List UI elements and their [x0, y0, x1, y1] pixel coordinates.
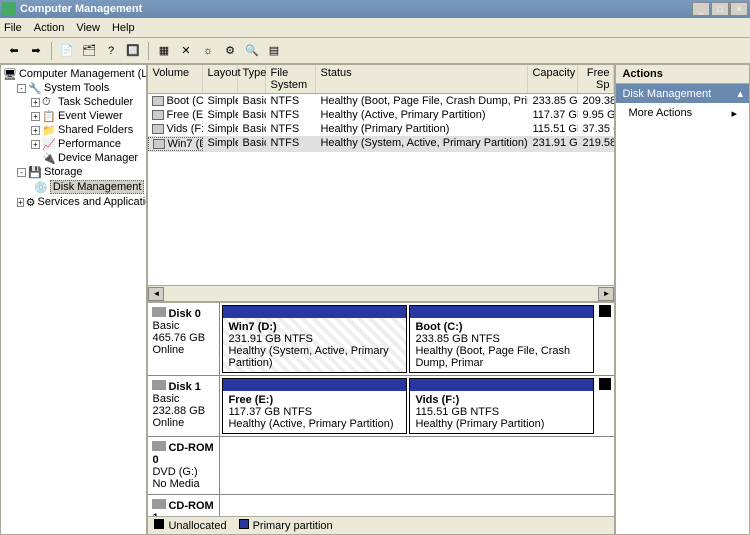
list-button[interactable]: ▦ — [154, 41, 174, 61]
actions-header: Actions — [616, 65, 749, 84]
tree-task-scheduler[interactable]: +⏱Task Scheduler — [3, 95, 144, 109]
disk-graphical-pane: Disk 0Basic465.76 GBOnlineWin7 (D:)231.9… — [148, 301, 614, 516]
toolbar: ⬅ ➡ 📄 🗂 ? 🔲 ▦ ✕ ☼ ⚙ 🔍 ▤ — [0, 38, 750, 64]
tree-event-viewer[interactable]: +📋Event Viewer — [3, 109, 144, 123]
tree-services[interactable]: +⚙Services and Applications — [3, 195, 144, 209]
forward-button[interactable]: ➡ — [26, 41, 46, 61]
actions-subheader[interactable]: Disk Management▴ — [616, 84, 749, 103]
tree-storage[interactable]: -💾Storage — [3, 165, 144, 179]
close-button[interactable]: × — [730, 2, 748, 16]
col-status[interactable]: Status — [316, 65, 528, 93]
tree-device-manager[interactable]: 🔌Device Manager — [3, 151, 144, 165]
minimize-button[interactable]: _ — [692, 2, 710, 16]
partition[interactable]: Vids (F:)115.51 GB NTFSHealthy (Primary … — [409, 378, 594, 434]
menu-view[interactable]: View — [76, 22, 100, 34]
separator — [51, 42, 52, 60]
menu-file[interactable]: File — [4, 22, 22, 34]
legend: Unallocated Primary partition — [148, 516, 614, 534]
disk-icon — [152, 380, 166, 390]
col-type[interactable]: Type — [238, 65, 266, 93]
nav-tree: 🖥Computer Management (Local) -🔧System To… — [0, 64, 147, 535]
scroll-left-button[interactable]: ◄ — [148, 287, 164, 301]
volume-row[interactable]: Win7 (D:)SimpleBasicNTFSHealthy (System,… — [148, 136, 614, 152]
partition[interactable]: Free (E:)117.37 GB NTFSHealthy (Active, … — [222, 378, 407, 434]
actions-more[interactable]: More Actions▸ — [616, 103, 749, 124]
menubar: File Action View Help — [0, 18, 750, 38]
end-marker — [599, 378, 611, 390]
legend-unallocated-swatch — [154, 519, 164, 529]
partition[interactable]: Win7 (D:)231.91 GB NTFSHealthy (System, … — [222, 305, 407, 373]
volume-grid: Volume Layout Type File System Status Ca… — [148, 65, 614, 285]
maximize-button[interactable]: □ — [711, 2, 729, 16]
legend-unallocated-label: Unallocated — [168, 520, 226, 532]
action3-button[interactable]: 🔍 — [242, 41, 262, 61]
window-title: Computer Management — [20, 3, 692, 15]
partition[interactable]: Boot (C:)233.85 GB NTFSHealthy (Boot, Pa… — [409, 305, 594, 373]
tree-root[interactable]: 🖥Computer Management (Local) — [3, 67, 144, 81]
refresh-button[interactable]: 🔲 — [123, 41, 143, 61]
col-fs[interactable]: File System — [266, 65, 316, 93]
disk-row: Disk 1Basic232.88 GBOnlineFree (E:)117.3… — [148, 376, 614, 437]
disk-row: Disk 0Basic465.76 GBOnlineWin7 (D:)231.9… — [148, 303, 614, 376]
properties-button[interactable]: 🗂 — [79, 41, 99, 61]
disk-row: CD-ROM 0DVD (G:)No Media — [148, 437, 614, 495]
disk-icon — [152, 499, 166, 509]
disk-row: CD-ROM 1 — [148, 495, 614, 516]
volume-row[interactable]: Vids (F:)SimpleBasicNTFSHealthy (Primary… — [148, 122, 614, 136]
action1-button[interactable]: ☼ — [198, 41, 218, 61]
col-layout[interactable]: Layout — [203, 65, 238, 93]
action2-button[interactable]: ⚙ — [220, 41, 240, 61]
menu-help[interactable]: Help — [112, 22, 135, 34]
end-marker — [599, 305, 611, 317]
delete-button[interactable]: ✕ — [176, 41, 196, 61]
scroll-track[interactable] — [164, 287, 598, 301]
tree-system-tools[interactable]: -🔧System Tools — [3, 81, 144, 95]
volume-row[interactable]: Boot (C:)SimpleBasicNTFSHealthy (Boot, P… — [148, 94, 614, 108]
chevron-right-icon: ▸ — [731, 107, 737, 120]
scroll-right-button[interactable]: ► — [598, 287, 614, 301]
action4-button[interactable]: ▤ — [264, 41, 284, 61]
hscrollbar[interactable]: ◄ ► — [148, 285, 614, 301]
app-icon — [2, 2, 16, 16]
col-capacity[interactable]: Capacity — [528, 65, 578, 93]
legend-primary-swatch — [239, 519, 249, 529]
menu-action[interactable]: Action — [34, 22, 65, 34]
tree-shared-folders[interactable]: +📁Shared Folders — [3, 123, 144, 137]
separator — [148, 42, 149, 60]
up-button[interactable]: 📄 — [57, 41, 77, 61]
col-volume[interactable]: Volume — [148, 65, 203, 93]
col-free[interactable]: Free Sp — [578, 65, 614, 93]
tree-performance[interactable]: +📈Performance — [3, 137, 144, 151]
back-button[interactable]: ⬅ — [4, 41, 24, 61]
actions-pane: Actions Disk Management▴ More Actions▸ — [615, 64, 750, 535]
disk-icon — [152, 307, 166, 317]
help-button[interactable]: ? — [101, 41, 121, 61]
disk-icon — [152, 441, 166, 451]
legend-primary-label: Primary partition — [253, 520, 333, 532]
collapse-icon: ▴ — [737, 87, 743, 100]
tree-disk-management[interactable]: 💿Disk Management — [3, 179, 144, 195]
volume-row[interactable]: Free (E:)SimpleBasicNTFSHealthy (Active,… — [148, 108, 614, 122]
